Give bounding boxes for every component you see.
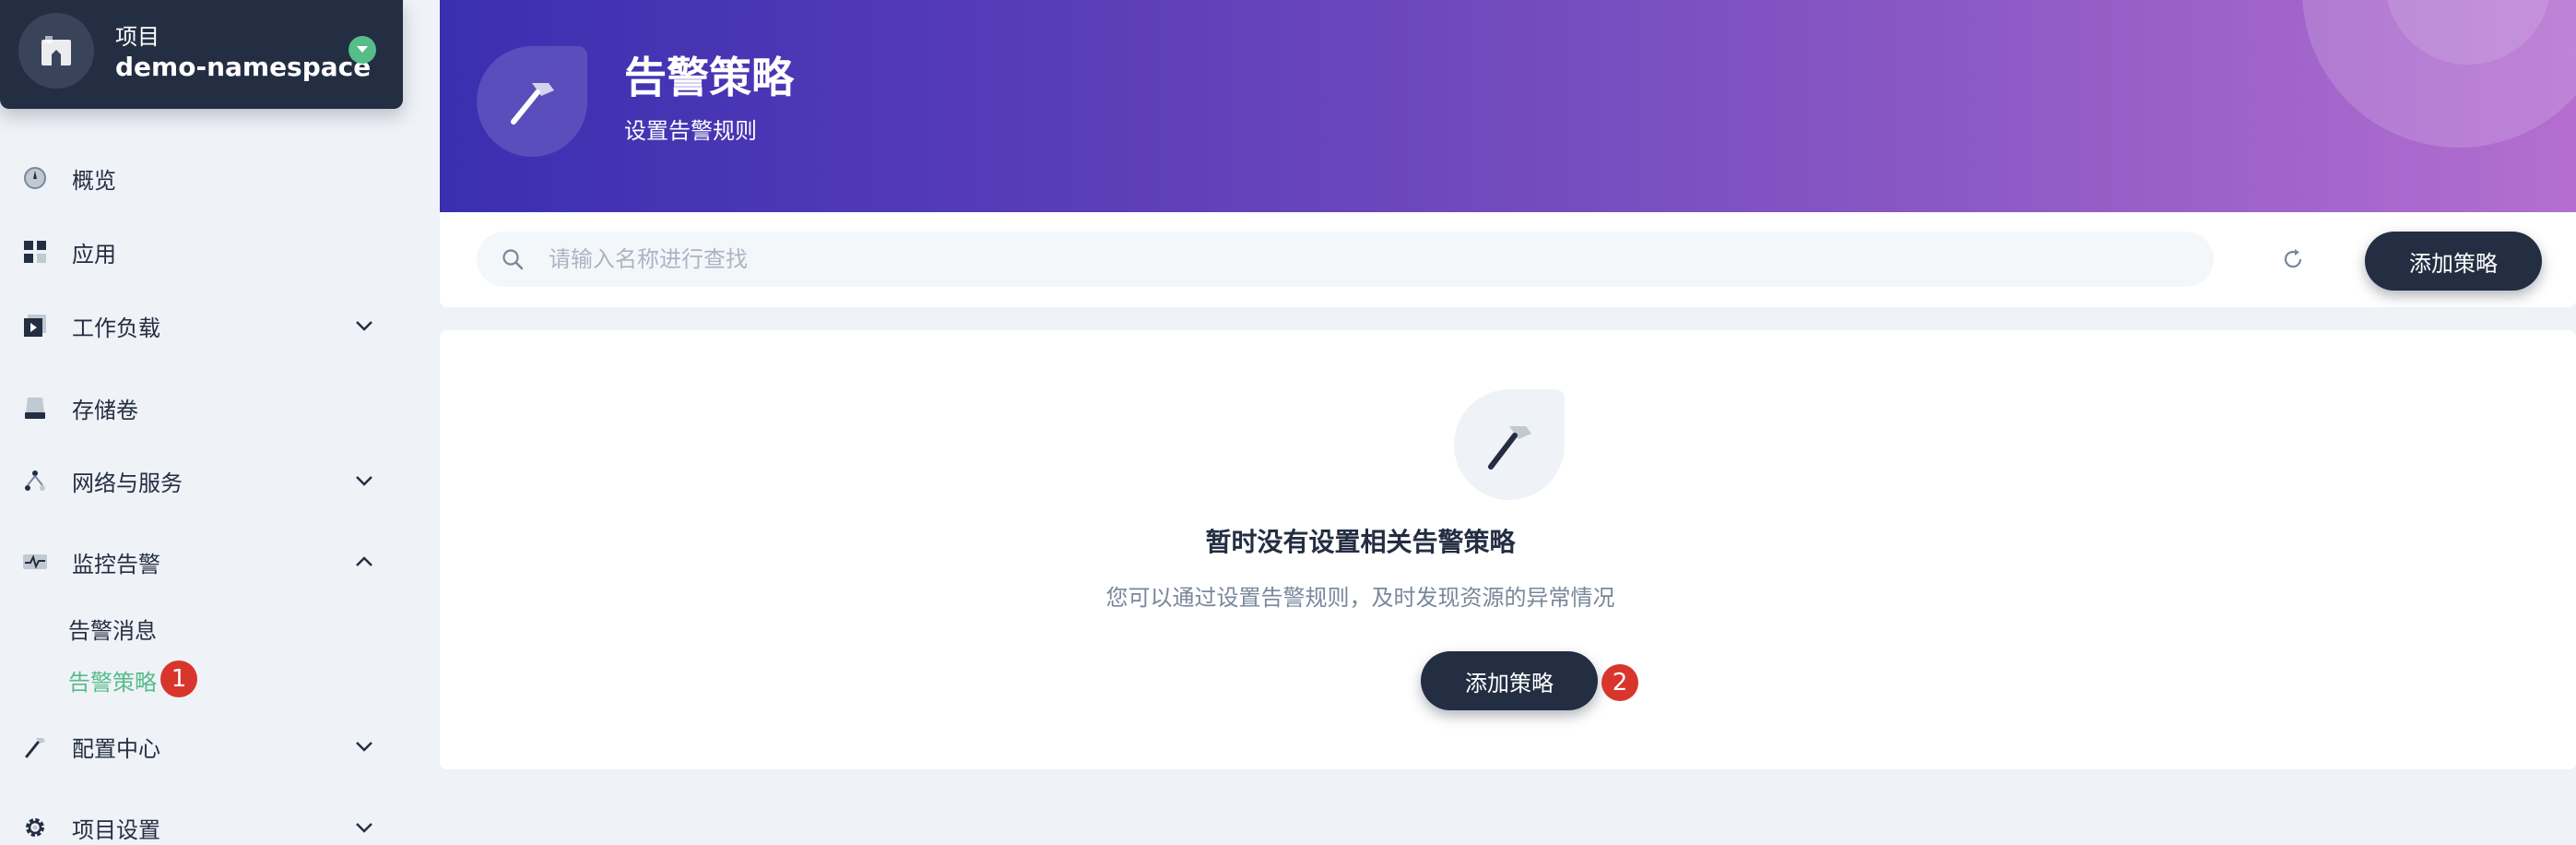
- search-input[interactable]: [549, 232, 2190, 287]
- search-icon: [501, 247, 525, 271]
- nav-item-network[interactable]: 网络与服务: [0, 453, 403, 508]
- page-title: 告警策略: [624, 53, 794, 102]
- nav-item-volumes[interactable]: 存储卷: [0, 380, 403, 435]
- nav-label-project-settings: 项目设置: [72, 816, 160, 843]
- network-router-icon: [22, 468, 48, 494]
- chevron-down-icon[interactable]: [353, 470, 375, 492]
- nav-label-apps: 应用: [72, 241, 116, 268]
- project-selector[interactable]: 项目 demo-namespace: [0, 0, 403, 109]
- nav-label-config-center: 配置中心: [72, 735, 160, 762]
- appcenter-icon: [22, 239, 48, 265]
- nav-item-workloads[interactable]: 工作负载: [0, 298, 403, 353]
- search-box[interactable]: [477, 232, 2214, 287]
- caret-down-icon[interactable]: [349, 36, 376, 64]
- hammer-icon: [1454, 389, 1565, 500]
- chevron-down-icon[interactable]: [353, 315, 375, 337]
- nav-label-workloads: 工作负载: [72, 315, 160, 341]
- project-name: demo-namespace: [115, 52, 372, 82]
- nav-subitem-alert-messages[interactable]: 告警消息: [68, 613, 157, 645]
- dashboard-icon: [22, 165, 48, 191]
- chevron-down-icon[interactable]: [353, 816, 375, 839]
- empty-state-card: 暂时没有设置相关告警策略 您可以通过设置告警规则，及时发现资源的异常情况 添加策…: [440, 330, 2576, 769]
- chevron-down-icon[interactable]: [353, 735, 375, 757]
- nav-item-apps[interactable]: 应用: [0, 224, 403, 280]
- gear-icon: [22, 815, 48, 840]
- nav-label-network: 网络与服务: [72, 470, 183, 496]
- nav-item-overview[interactable]: 概览: [0, 150, 403, 206]
- workload-icon: [22, 313, 48, 339]
- page-description: 设置告警规则: [624, 118, 757, 144]
- step-marker-2: 2: [1601, 664, 1638, 701]
- add-policy-button[interactable]: 添加策略: [2365, 232, 2542, 291]
- add-policy-button[interactable]: 添加策略: [1421, 651, 1598, 710]
- sidebar: 项目 demo-namespace 概览 应用 工作负载 存储卷 网络与服务 监…: [0, 0, 431, 845]
- empty-state-description: 您可以通过设置告警规则，及时发现资源的异常情况: [1105, 585, 1615, 611]
- nav-item-config-center[interactable]: 配置中心: [0, 719, 403, 774]
- storage-icon: [22, 395, 48, 421]
- monitor-icon: [22, 549, 48, 575]
- step-marker-1: 1: [160, 661, 197, 697]
- project-label: 项目: [115, 24, 160, 50]
- hammer-icon: [477, 46, 587, 157]
- nav-subitem-alert-policies[interactable]: 告警策略: [68, 664, 157, 696]
- nav-label-overview: 概览: [72, 167, 116, 194]
- project-icon: [18, 13, 94, 89]
- hammer-icon: [22, 733, 48, 759]
- toolbar: 添加策略: [440, 212, 2576, 307]
- nav-label-monitoring: 监控告警: [72, 551, 160, 577]
- refresh-icon[interactable]: [2279, 245, 2307, 273]
- nav-item-project-settings[interactable]: 项目设置: [0, 800, 403, 845]
- page-banner: 告警策略 设置告警规则: [440, 0, 2576, 212]
- nav-label-volumes: 存储卷: [72, 397, 138, 423]
- empty-state-title: 暂时没有设置相关告警策略: [1205, 527, 1516, 557]
